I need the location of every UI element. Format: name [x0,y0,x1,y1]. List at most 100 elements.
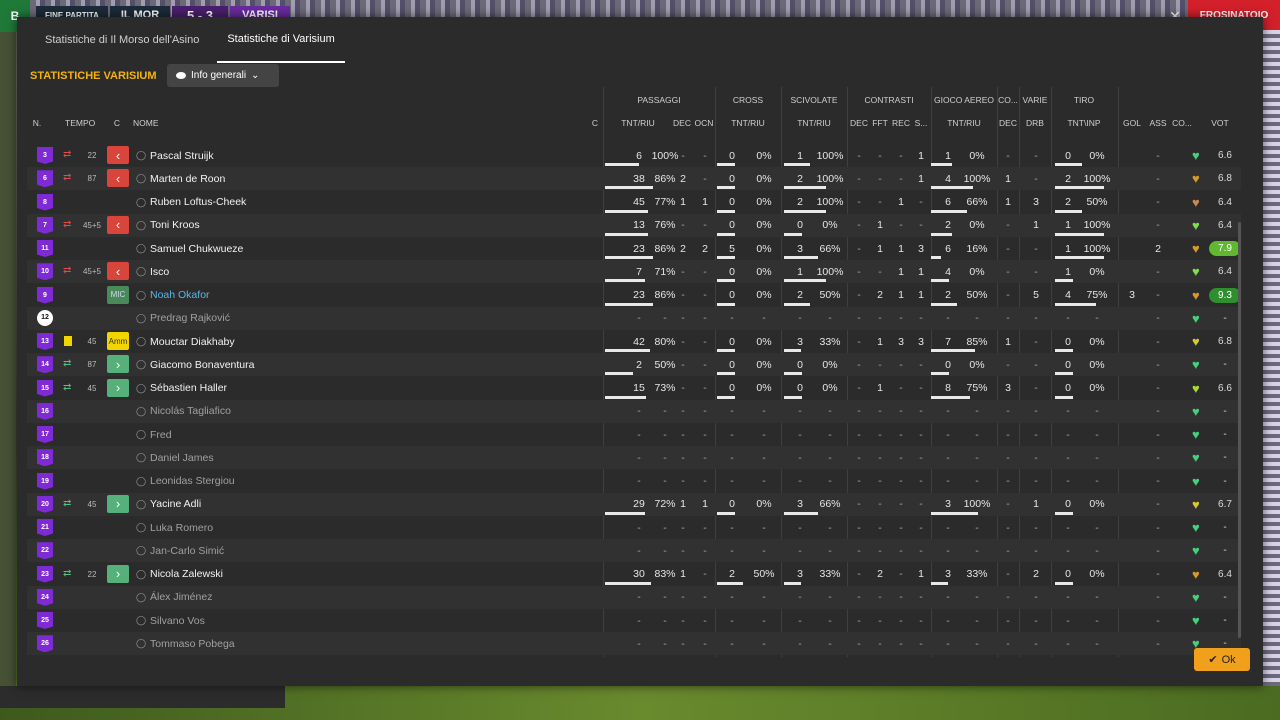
tab-home-stats[interactable]: Statistiche di Il Morso dell'Asino [35,17,209,63]
col-co[interactable]: CO... [1169,118,1195,128]
stat-crA: - [730,405,734,418]
col-contrasti-s[interactable]: S... [911,118,931,128]
player-row[interactable]: 20 ⇄ 45 › ◯ Yacine Adli 29 72% 1 1 0 0% 3 66% - - - -3 100… [27,492,1241,516]
player-row[interactable]: 11 ◯ Samuel Chukwueze 23 86% 2 2 5 0% 3 66% -1 1 3 6 16… [27,237,1241,260]
stat-gol [1121,446,1143,469]
stat-cfft: - [878,265,882,278]
player-row[interactable]: 22 ◯ Jan-Carlo Simić - - - - - - - - - - - - - - - - - - - ♥ - [27,539,1241,563]
player-name[interactable]: Jan-Carlo Simić [150,539,224,562]
player-name[interactable]: Álex Jiménez [150,586,212,609]
stat-bar-sc [784,372,802,376]
player-name[interactable]: Ruben Loftus-Cheek [150,191,246,214]
player-row[interactable]: 3 ⇄ 22 ‹ ◯ Pascal Struijk 6 100% - -0 0% 1 100% - - -1 1… [27,144,1241,167]
player-row[interactable]: 24 ◯ Álex Jiménez - - - - - - - - - - - - - - - - - - - ♥ - [27,585,1241,609]
player-name[interactable]: Tommaso Pobega [150,632,235,655]
player-row[interactable]: 21 ◯ Luka Romero - - - - - - - - - - - - - - - - - - - ♥ - [27,516,1241,539]
col-contrasti-dec[interactable]: DEC [849,118,869,128]
sub-in-icon: ⇄ [63,497,72,509]
ok-button[interactable]: ✔ Ok [1194,648,1250,671]
minute-played: 87 [87,360,97,370]
player-row[interactable]: 23 ⇄ 22 › ◯ Nicola Zalewski 30 83% 1-2 50% 3 33% -2-… [27,563,1241,586]
player-name[interactable]: Daniel James [150,446,214,469]
player-name[interactable]: Yacine Adli [150,493,201,516]
col-cross-tnt-riu[interactable]: TNT/RIU [715,118,781,128]
stat-drb: - [1034,242,1038,255]
scrollbar[interactable] [1238,222,1241,638]
player-row[interactable]: 15 ⇄ 45 › ◯ Sébastien Haller 15 73% - -0 0% 0 0% -1- -… [27,377,1241,400]
player-row[interactable]: 26 ◯ Tommaso Pobega - - - - - - - - - - - - - - - - - - - ♥ - [27,632,1241,656]
stat-crec: - [899,614,903,627]
player-name[interactable]: Isco [150,260,169,283]
col-pass-dec[interactable]: DEC [671,118,693,128]
stat-pdec: - [681,544,685,557]
player-row[interactable]: 16 ◯ Nicolás Tagliafico - - - - - - - - - - - - - - - - - - -… [27,399,1241,423]
player-name[interactable]: Predrag Rajković [150,307,230,330]
col-varie-drb[interactable]: DRB [1019,118,1051,128]
col-scivolate-tnt-riu[interactable]: TNT/RIU [781,118,847,128]
col-pass-ocn[interactable]: OCN [693,118,715,128]
col-c[interactable]: C [111,118,123,128]
minute-played: 45 [87,383,97,393]
stat-codec: - [1006,475,1010,487]
col-gol[interactable]: GOL [1121,118,1143,128]
stat-cfft: - [878,591,882,604]
player-row[interactable]: 7 ⇄ 45+5 ‹ ◯ Toni Kroos 13 76% - -0 0% 0 0% -1- -2 0% -1… [27,213,1241,237]
stat-tiB: 0% [1089,382,1105,394]
player-row[interactable]: 6 ⇄ 87 ‹ ◯ Marten de Roon 38 86% 2-0 0% 2 100% - - -1 4… [27,167,1241,191]
stat-cfft: - [878,196,882,208]
stat-gol [1121,516,1143,539]
player-name[interactable]: Sébastien Haller [150,377,227,400]
player-name[interactable]: Mouctar Diakhaby [150,330,235,353]
player-row[interactable]: 19 ◯ Leonidas Stergiou - - - - - - - - - - - - - - - - - - - ♥… [27,470,1241,493]
player-rating: - [1223,615,1227,626]
player-row[interactable]: 10 ⇄ 45+5 ‹ ◯ Isco 7 71% - -0 0% 1 100% - -1 1 4 0% - -1 0% -… [27,260,1241,284]
col-co-dec[interactable]: DEC [997,118,1019,128]
player-name[interactable]: Luka Romero [150,516,213,539]
col-aereo-tnt-riu[interactable]: TNT/RIU [931,118,997,128]
shirt-number-icon: 10 [37,263,53,281]
player-name[interactable]: Noah Okafor [150,284,210,307]
col-contrasti-fft[interactable]: FFT [870,118,890,128]
chevron-left-icon: ‹ [107,215,129,234]
col-contrasti-rec[interactable]: REC [891,118,911,128]
col-nome[interactable]: NOME [133,118,163,128]
col-number[interactable]: N. [30,118,44,128]
player-row[interactable]: 13 45 Amm ◯ Mouctar Diakhaby 42 80% - -0 0% 3 33% -1… [27,330,1241,353]
player-name[interactable]: Nicola Zalewski [150,563,223,586]
col-pass-tnt-riu[interactable]: TNT/RIU [603,118,673,128]
stat-pocn: - [703,219,707,232]
player-row[interactable]: 12 ◯ Predrag Rajković - - - - - - - - - - - - - - - - - - - ♥ - [27,306,1241,330]
stat-gaB: 16% [966,242,988,255]
player-name[interactable]: Marten de Roon [150,167,225,190]
player-row[interactable]: 14 ⇄ 87 › ◯ Giacomo Bonaventura 2 50% - -0 0% 0 0% - -… [27,353,1241,377]
col-c2[interactable]: C [589,118,601,128]
player-name[interactable]: Fred [150,423,172,446]
stat-gol [1121,493,1143,516]
stat-scB: 33% [819,568,841,580]
col-tiro-tnt-inp[interactable]: TNT\INP [1051,118,1117,128]
col-ass[interactable]: ASS [1147,118,1169,128]
player-name[interactable]: Giacomo Bonaventura [150,353,254,376]
player-row[interactable]: 18 ◯ Daniel James - - - - - - - - - - - - - - - - - - - ♥ - [27,446,1241,470]
col-vot[interactable]: VOT [1205,118,1235,128]
col-tempo[interactable]: TEMPO [65,118,95,128]
player-row[interactable]: 8 ◯ Ruben Loftus-Cheek 45 77% 1 1 0 0% 2 100% - -1-6… [27,191,1241,214]
person-icon: ◯ [136,475,147,486]
player-row[interactable]: 17 ◯ Fred - - - - - - - - - - - - - - - - - - - ♥ - [27,423,1241,446]
player-rating: 6.8 [1218,336,1232,347]
player-row[interactable]: 25 ◯ Silvano Vos - - - - - - - - - - - - - - - - - - - ♥ - [27,609,1241,632]
view-select[interactable]: Info generali ⌄ [167,64,279,87]
player-row[interactable]: 9 MIC ◯ Noah Okafor 23 86% - -0 0% 2 50% -2 1 1 2 50% -5… [27,284,1241,307]
stat-bar-sc [784,163,810,166]
stat-codec: 3 [1005,382,1011,394]
stat-pocn: - [703,544,707,557]
stat-bar-p [605,209,648,213]
player-name[interactable]: Leonidas Stergiou [150,470,235,493]
player-name[interactable]: Samuel Chukwueze [150,237,243,260]
tab-away-stats[interactable]: Statistiche di Varisium [217,17,345,63]
player-name[interactable]: Pascal Struijk [150,144,214,167]
player-name[interactable]: Toni Kroos [150,214,200,237]
player-name[interactable]: Nicolás Tagliafico [150,400,231,423]
stat-bar-ti [1055,349,1073,352]
player-name[interactable]: Silvano Vos [150,609,205,632]
